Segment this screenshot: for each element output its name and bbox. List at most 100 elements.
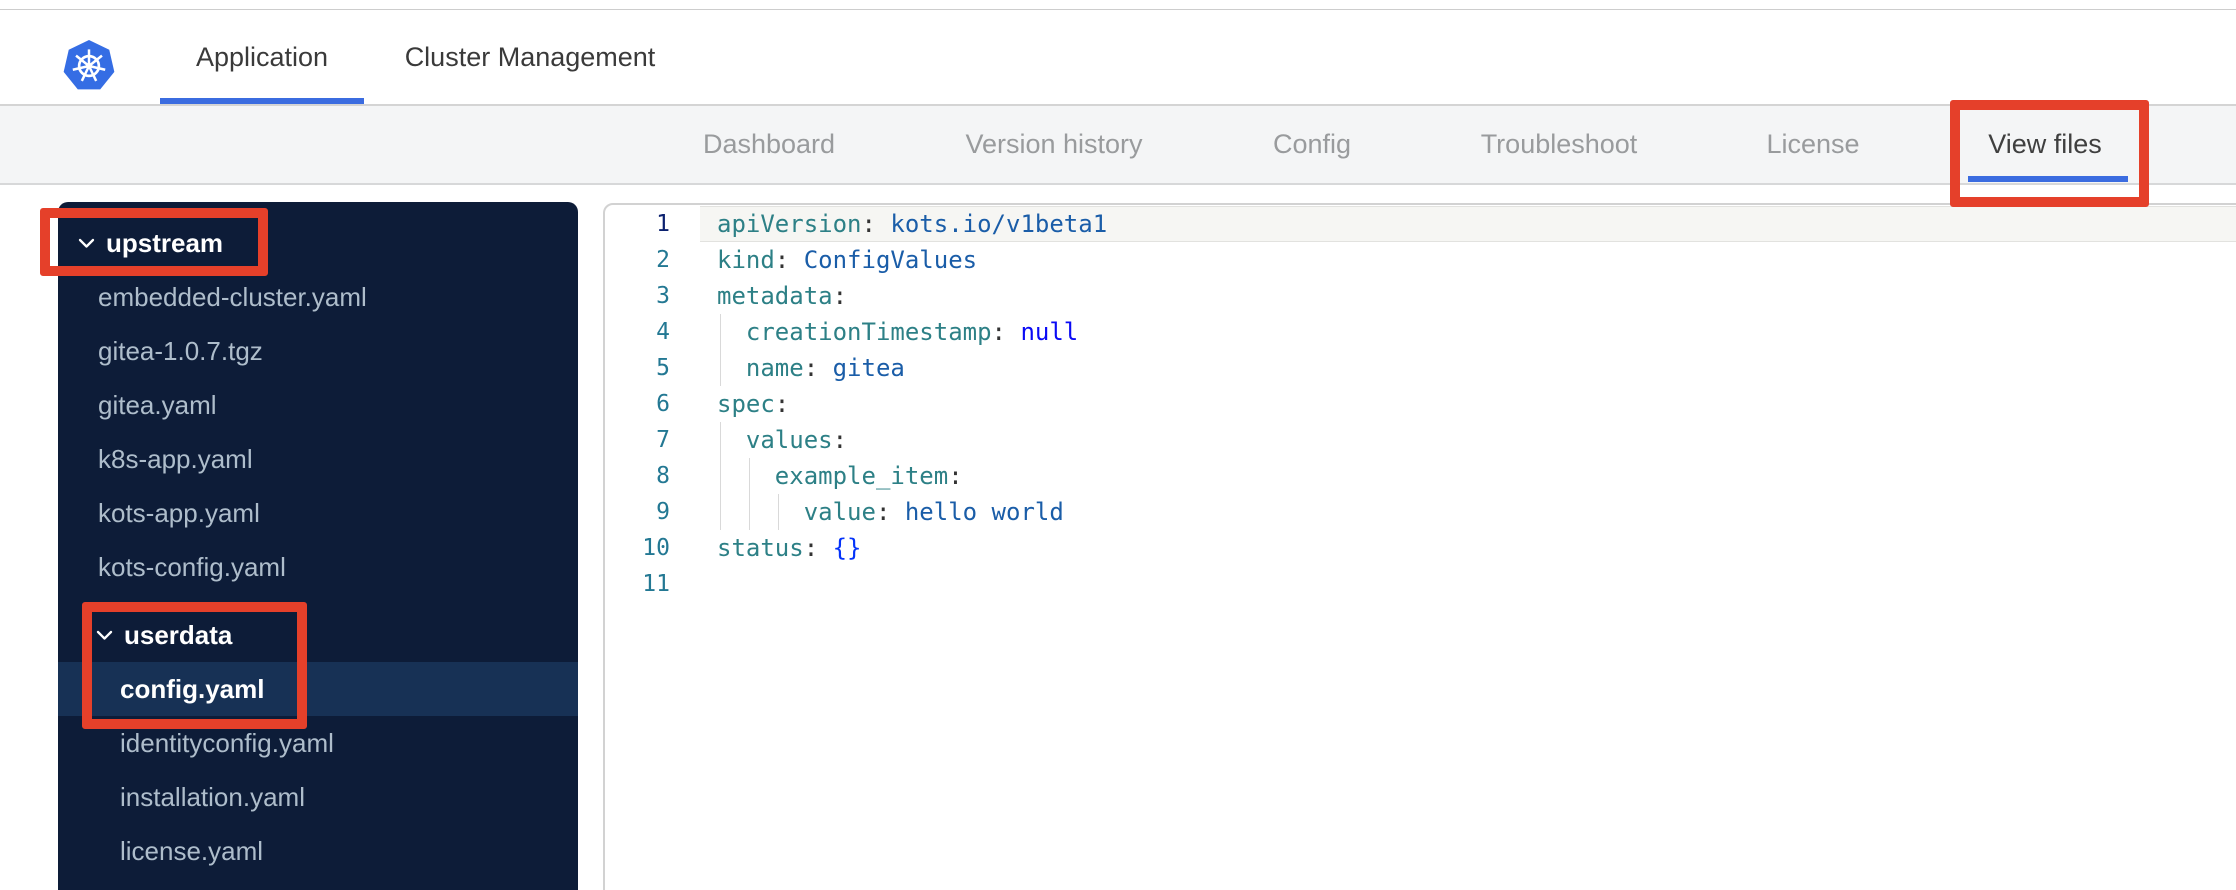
code-content[interactable]: spec: <box>700 386 2236 422</box>
punctuation: : <box>803 534 833 562</box>
tree-item-label: identityconfig.yaml <box>120 727 334 758</box>
active-subnav-underline <box>1968 176 2128 182</box>
yaml-key: creationTimestamp <box>745 318 992 346</box>
code-line-9[interactable]: 9 value: hello world <box>605 494 2236 530</box>
tree-file-config-yaml[interactable]: config.yaml <box>58 662 578 716</box>
punctuation: : <box>832 282 848 310</box>
indent-guide <box>720 314 721 350</box>
punctuation: : <box>803 354 833 382</box>
active-tab-underline <box>160 98 364 104</box>
code-content[interactable]: creationTimestamp: null <box>700 314 2236 350</box>
yaml-key: status <box>717 534 804 562</box>
subnav-tab-view-files[interactable]: View files <box>1988 106 2102 183</box>
tree-file-k8s-app-yaml[interactable]: k8s-app.yaml <box>58 432 578 486</box>
punctuation <box>717 462 775 490</box>
code-content[interactable]: status: {} <box>700 530 2236 566</box>
tree-file-identityconfig-yaml[interactable]: identityconfig.yaml <box>58 716 578 770</box>
code-line-4[interactable]: 4 creationTimestamp: null <box>605 314 2236 350</box>
tree-item-label: config.yaml <box>120 673 265 704</box>
line-number: 11 <box>642 571 670 597</box>
line-number: 7 <box>656 427 670 453</box>
header-tab-application[interactable]: Application <box>160 10 364 104</box>
code-content[interactable] <box>700 566 2236 602</box>
tree-item-label: gitea-1.0.7.tgz <box>98 335 263 366</box>
subnav-tab-dashboard[interactable]: Dashboard <box>703 106 835 183</box>
tree-item-label: k8s-app.yaml <box>98 443 253 474</box>
tree-file-gitea-yaml[interactable]: gitea.yaml <box>58 378 578 432</box>
app-subnav: Dashboard Version history Config Troublesho… <box>0 106 2236 185</box>
code-line-8[interactable]: 8 example_item: <box>605 458 2236 494</box>
yaml-value: ConfigValues <box>803 246 978 274</box>
yaml-key: value <box>803 498 876 526</box>
indent-guide <box>720 350 721 386</box>
tree-file-kots-app-yaml[interactable]: kots-app.yaml <box>58 486 578 540</box>
subnav-tab-troubleshoot[interactable]: Troubleshoot <box>1481 106 1638 183</box>
code-line-7[interactable]: 7 values: <box>605 422 2236 458</box>
header-tab-cluster-management[interactable]: Cluster Management <box>380 10 680 104</box>
tree-folder-userdata[interactable]: userdata <box>58 608 578 662</box>
code-line-10[interactable]: 10 status: {} <box>605 530 2236 566</box>
code-content[interactable]: apiVersion: kots.io/v1beta1 <box>700 206 2236 242</box>
kubernetes-logo-icon[interactable] <box>62 39 116 93</box>
code-content[interactable]: metadata: <box>700 278 2236 314</box>
line-number: 8 <box>656 463 670 489</box>
tree-file-license-yaml[interactable]: license.yaml <box>58 824 578 878</box>
code-content[interactable]: name: gitea <box>700 350 2236 386</box>
yaml-key: metadata <box>717 282 833 310</box>
code-line-2[interactable]: 2 kind: ConfigValues <box>605 242 2236 278</box>
code-line-5[interactable]: 5 name: gitea <box>605 350 2236 386</box>
code-line-1[interactable]: 1 apiVersion: kots.io/v1beta1 <box>605 206 2236 242</box>
yaml-key: kind <box>717 246 775 274</box>
code-line-11[interactable]: 11 <box>605 566 2236 602</box>
line-number: 3 <box>656 283 670 309</box>
yaml-key: spec <box>717 390 775 418</box>
app-header: Application Cluster Management <box>0 10 2236 106</box>
yaml-value: hello world <box>904 498 1064 526</box>
tree-file-gitea-1-0-7-tgz[interactable]: gitea-1.0.7.tgz <box>58 324 578 378</box>
yaml-editor[interactable]: 1 apiVersion: kots.io/v1beta1 2 kind: Confi… <box>603 203 2236 890</box>
tree-item-label: kots-app.yaml <box>98 497 260 528</box>
tree-folder-upstream[interactable]: upstream <box>58 216 578 270</box>
line-number: 1 <box>656 211 670 237</box>
code-content[interactable]: values: <box>700 422 2236 458</box>
punctuation <box>717 498 804 526</box>
code-content[interactable]: kind: ConfigValues <box>700 242 2236 278</box>
punctuation: : <box>774 246 804 274</box>
chevron-down-icon[interactable] <box>96 630 113 641</box>
tree-file-installation-yaml[interactable]: installation.yaml <box>58 770 578 824</box>
yaml-value: kots.io/v1beta1 <box>890 210 1108 238</box>
code-line-3[interactable]: 3 metadata: <box>605 278 2236 314</box>
tree-file-kots-config-yaml[interactable]: kots-config.yaml <box>58 540 578 594</box>
yaml-key: apiVersion <box>717 210 862 238</box>
tree-item-label: gitea.yaml <box>98 389 217 420</box>
line-number: 2 <box>656 247 670 273</box>
tree-item-label: upstream <box>106 227 224 258</box>
code-content[interactable]: value: hello world <box>700 494 2236 530</box>
line-number: 5 <box>656 355 670 381</box>
line-number: 4 <box>656 319 670 345</box>
line-number: 6 <box>656 391 670 417</box>
code-line-6[interactable]: 6 spec: <box>605 386 2236 422</box>
tree-item-label: kots-config.yaml <box>98 551 286 582</box>
punctuation: : <box>948 462 963 490</box>
tree-item-label: embedded-cluster.yaml <box>98 281 367 312</box>
indent-guide <box>720 494 721 530</box>
indent-guide <box>749 458 750 494</box>
yaml-key: example_item <box>774 462 949 490</box>
yaml-value: gitea <box>832 354 905 382</box>
line-number: 10 <box>642 535 670 561</box>
tree-file-embedded-cluster-yaml[interactable]: embedded-cluster.yaml <box>58 270 578 324</box>
subnav-tab-config[interactable]: Config <box>1273 106 1351 183</box>
file-tree-sidebar: upstream embedded-cluster.yaml gitea-1.0.7… <box>58 202 578 890</box>
tree-item-label: userdata <box>124 619 233 650</box>
code-content[interactable]: example_item: <box>700 458 2236 494</box>
indent-guide <box>778 494 779 530</box>
indent-guide <box>720 458 721 494</box>
indent-guide <box>749 494 750 530</box>
chevron-down-icon[interactable] <box>78 238 95 249</box>
bracket: {} <box>832 534 862 562</box>
subnav-tab-license[interactable]: License <box>1766 106 1859 183</box>
yaml-key: name <box>745 354 804 382</box>
subnav-tab-version-history[interactable]: Version history <box>965 106 1142 183</box>
indent-guide <box>720 422 721 458</box>
